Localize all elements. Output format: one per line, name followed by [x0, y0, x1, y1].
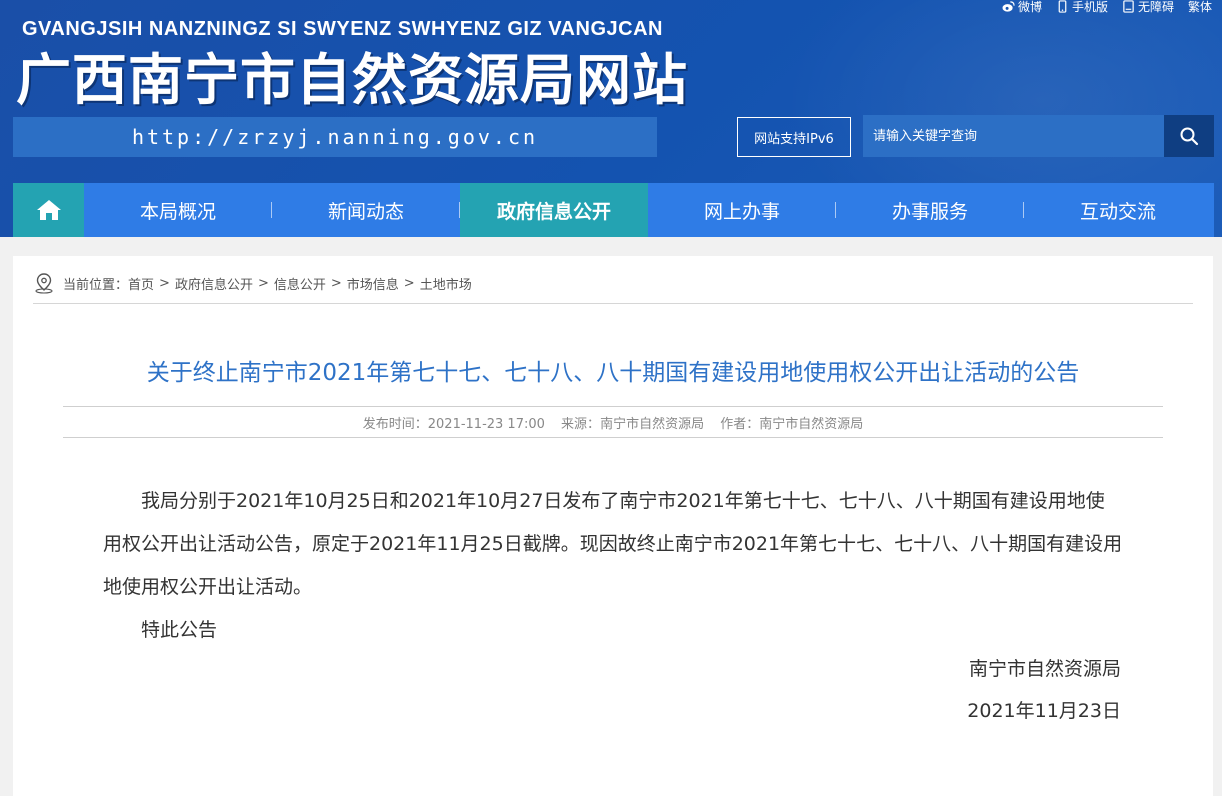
- top-link-label: 微博: [1017, 0, 1042, 14]
- article-paragraph: 我局分别于2021年10月25日和2021年10月27日发布了南宁市2021年第…: [103, 490, 1123, 598]
- publish-info: 发布时间：2021-11-23 17:00: [363, 417, 545, 432]
- nav-item-gov-info[interactable]: 政府信息公开: [460, 183, 648, 237]
- nav-item-about[interactable]: 本局概况: [84, 183, 272, 237]
- top-link-accessibility[interactable]: 无障碍: [1122, 0, 1174, 15]
- nav-item-label: 本局概况: [139, 200, 216, 223]
- breadcrumb-separator: >: [257, 275, 269, 291]
- nav-home[interactable]: [13, 183, 84, 237]
- breadcrumb-info-public[interactable]: 信息公开: [274, 274, 326, 293]
- accessibility-icon: [1123, 0, 1134, 13]
- nav-item-interaction[interactable]: 互动交流: [1024, 183, 1212, 237]
- site-subtitle: GVANGJSIH NANZNINGZ SI SWYENZ SWHYENZ GI…: [22, 18, 663, 40]
- top-link-weibo[interactable]: 微博: [1002, 0, 1042, 15]
- nav-item-label: 互动交流: [1079, 200, 1156, 223]
- publish-time: 2021-11-23 17:00: [427, 417, 545, 432]
- breadcrumb-land-market[interactable]: 土地市场: [420, 274, 472, 293]
- article-paragraph: 特此公告: [141, 619, 218, 641]
- site-header: GVANGJSIH NANZNINGZ SI SWYENZ SWHYENZ GI…: [0, 0, 1222, 237]
- top-link-mobile[interactable]: 手机版: [1056, 0, 1108, 15]
- breadcrumb-separator: >: [159, 275, 170, 291]
- breadcrumb-divider: [33, 303, 1193, 304]
- top-link-label: 手机版: [1071, 0, 1108, 14]
- main-nav: 本局概况 新闻动态 政府信息公开 网上办事 办事服务 互动交流: [13, 183, 1214, 237]
- article-body: 我局分别于2021年10月25日和2021年10月27日发布了南宁市2021年第…: [103, 480, 1123, 652]
- top-links: 微博 手机版 无障碍 繁体: [1002, 0, 1212, 15]
- source-value: 南宁市自然资源局: [600, 417, 705, 432]
- site-title[interactable]: 广西南宁市自然资源局网站: [16, 46, 688, 114]
- article-meta: 发布时间：2021-11-23 17:00 来源：南宁市自然资源局 作者：南宁市…: [13, 413, 1213, 432]
- breadcrumb: 当前位置： 首页 > 政府信息公开 > 信息公开 > 市场信息 > 土地市场: [33, 272, 472, 294]
- nav-item-services[interactable]: 办事服务: [836, 183, 1024, 237]
- mobile-icon: [1058, 0, 1067, 13]
- breadcrumb-gov-info[interactable]: 政府信息公开: [175, 274, 253, 293]
- search-button[interactable]: [1164, 115, 1214, 157]
- location-icon: [35, 273, 53, 294]
- meta-divider-bottom: [63, 437, 1163, 438]
- breadcrumb-separator: >: [403, 275, 415, 291]
- meta-divider-top: [63, 406, 1163, 407]
- source-info: 来源：南宁市自然资源局: [561, 417, 704, 432]
- article-date: 2021年11月23日: [967, 700, 1121, 722]
- breadcrumb-separator: >: [330, 275, 342, 291]
- nav-item-label: 政府信息公开: [496, 200, 611, 223]
- breadcrumb-prefix: 当前位置：: [63, 277, 129, 293]
- breadcrumb-market-info[interactable]: 市场信息: [347, 274, 399, 293]
- content-card: 当前位置： 首页 > 政府信息公开 > 信息公开 > 市场信息 > 土地市场 关…: [13, 256, 1213, 796]
- top-link-label: 繁体: [1187, 0, 1212, 14]
- article-title: 关于终止南宁市2021年第七十七、七十八、八十期国有建设用地使用权公开出让活动的…: [146, 360, 1080, 386]
- article-signature: 南宁市自然资源局: [968, 658, 1121, 680]
- author-label: 作者：: [720, 417, 760, 432]
- search-input[interactable]: [863, 115, 1164, 157]
- publish-label: 发布时间：: [362, 417, 428, 432]
- site-url: http://zrzyj.nanning.gov.cn: [13, 117, 657, 157]
- breadcrumb-home[interactable]: 首页: [128, 274, 154, 293]
- top-link-label: 无障碍: [1137, 0, 1174, 14]
- home-icon: [36, 200, 61, 220]
- search-icon: [1180, 127, 1199, 146]
- weibo-icon: [1002, 1, 1015, 12]
- top-link-traditional[interactable]: 繁体: [1188, 0, 1212, 15]
- nav-item-label: 网上办事: [703, 200, 780, 223]
- ipv6-badge: 网站支持IPv6: [737, 117, 851, 157]
- nav-item-news[interactable]: 新闻动态: [272, 183, 460, 237]
- author-value: 南宁市自然资源局: [759, 417, 864, 432]
- source-label: 来源：: [561, 417, 601, 432]
- author-info: 作者：南宁市自然资源局: [720, 417, 863, 432]
- nav-item-label: 新闻动态: [327, 200, 404, 223]
- nav-item-online-service[interactable]: 网上办事: [648, 183, 836, 237]
- nav-item-label: 办事服务: [891, 200, 968, 223]
